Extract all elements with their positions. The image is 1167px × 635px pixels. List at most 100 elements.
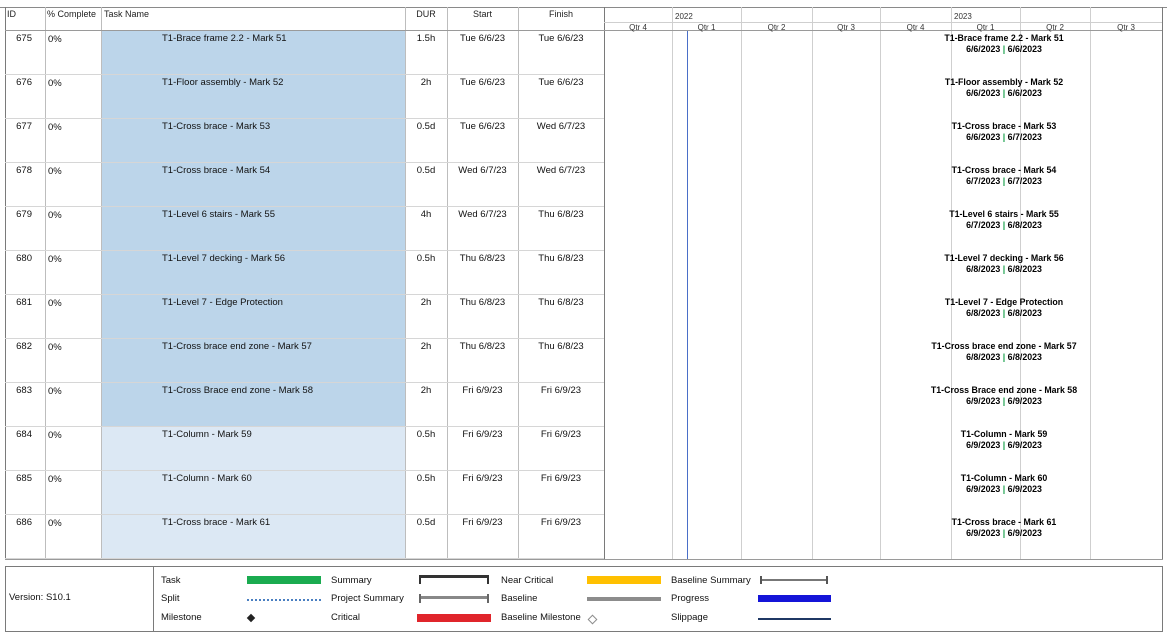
task-name-cell[interactable]: T1-Level 6 stairs - Mark 55 (162, 209, 275, 220)
task-id-cell[interactable]: 682 (5, 341, 32, 352)
task-duration-cell[interactable]: 1.5h (405, 33, 447, 44)
task-name-cell[interactable]: T1-Cross brace end zone - Mark 57 (162, 341, 312, 352)
gantt-bar-label[interactable]: T1-Floor assembly - Mark 52 6/6/2023 | 6/… (884, 77, 1124, 99)
task-start-cell[interactable]: Tue 6/6/23 (447, 33, 518, 44)
task-finish-cell[interactable]: Thu 6/8/23 (518, 209, 604, 220)
header-finish[interactable]: Finish (518, 9, 604, 19)
task-percent-cell[interactable]: 0% (48, 518, 62, 529)
task-start-cell[interactable]: Thu 6/8/23 (447, 253, 518, 264)
task-duration-cell[interactable]: 0.5d (405, 517, 447, 528)
version-label: Version: S10.1 (9, 592, 71, 603)
task-duration-cell[interactable]: 0.5h (405, 473, 447, 484)
gantt-bar-label[interactable]: T1-Column - Mark 59 6/9/2023 | 6/9/2023 (884, 429, 1124, 451)
gantt-bar-label[interactable]: T1-Cross brace - Mark 54 6/7/2023 | 6/7/2… (884, 165, 1124, 187)
task-id-cell[interactable]: 676 (5, 77, 32, 88)
gantt-finish-date: 6/7/2023 (1007, 132, 1042, 142)
task-finish-cell[interactable]: Thu 6/8/23 (518, 253, 604, 264)
gantt-bar-label[interactable]: T1-Level 7 - Edge Protection 6/8/2023 | 6… (884, 297, 1124, 319)
task-duration-cell[interactable]: 4h (405, 209, 447, 220)
task-duration-cell[interactable]: 0.5d (405, 121, 447, 132)
task-start-cell[interactable]: Fri 6/9/23 (447, 473, 518, 484)
task-start-cell[interactable]: Fri 6/9/23 (447, 429, 518, 440)
task-percent-cell[interactable]: 0% (48, 34, 62, 45)
task-finish-cell[interactable]: Wed 6/7/23 (518, 121, 604, 132)
task-id-cell[interactable]: 680 (5, 253, 32, 264)
task-start-cell[interactable]: Wed 6/7/23 (447, 165, 518, 176)
task-id-cell[interactable]: 678 (5, 165, 32, 176)
task-name-cell[interactable]: T1-Cross brace - Mark 53 (162, 121, 270, 132)
task-percent-cell[interactable]: 0% (48, 166, 62, 177)
gantt-bar-label[interactable]: T1-Cross brace - Mark 61 6/9/2023 | 6/9/2… (884, 517, 1124, 539)
task-id-cell[interactable]: 675 (5, 33, 32, 44)
task-name-cell[interactable]: T1-Column - Mark 60 (162, 473, 252, 484)
task-finish-cell[interactable]: Tue 6/6/23 (518, 77, 604, 88)
task-name-cell[interactable]: T1-Level 7 - Edge Protection (162, 297, 283, 308)
task-name-cell[interactable]: T1-Brace frame 2.2 - Mark 51 (162, 33, 287, 44)
task-percent-cell[interactable]: 0% (48, 474, 62, 485)
task-id-cell[interactable]: 681 (5, 297, 32, 308)
gantt-finish-date: 6/8/2023 (1007, 308, 1042, 318)
gantt-bar-label[interactable]: T1-Brace frame 2.2 - Mark 51 6/6/2023 | 6… (884, 33, 1124, 55)
gantt-bar-label[interactable]: T1-Level 7 decking - Mark 56 6/8/2023 | 6… (884, 253, 1124, 275)
task-name-cell[interactable]: T1-Level 7 decking - Mark 56 (162, 253, 285, 264)
task-id-cell[interactable]: 677 (5, 121, 32, 132)
task-percent-cell[interactable]: 0% (48, 254, 62, 265)
task-finish-cell[interactable]: Fri 6/9/23 (518, 473, 604, 484)
task-finish-cell[interactable]: Fri 6/9/23 (518, 517, 604, 528)
date-separator-icon: | (1000, 396, 1008, 406)
task-name-cell[interactable]: T1-Cross brace - Mark 54 (162, 165, 270, 176)
task-id-cell[interactable]: 684 (5, 429, 32, 440)
task-duration-cell[interactable]: 2h (405, 77, 447, 88)
task-id-cell[interactable]: 686 (5, 517, 32, 528)
task-duration-cell[interactable]: 2h (405, 341, 447, 352)
task-finish-cell[interactable]: Fri 6/9/23 (518, 429, 604, 440)
gantt-start-date: 6/7/2023 (966, 176, 1001, 186)
task-finish-cell[interactable]: Thu 6/8/23 (518, 297, 604, 308)
gantt-finish-date: 6/8/2023 (1007, 220, 1042, 230)
task-name-cell[interactable]: T1-Cross Brace end zone - Mark 58 (162, 385, 313, 396)
task-duration-cell[interactable]: 0.5h (405, 429, 447, 440)
gantt-bar-label[interactable]: T1-Level 6 stairs - Mark 55 6/7/2023 | 6/… (884, 209, 1124, 231)
task-percent-cell[interactable]: 0% (48, 210, 62, 221)
timeline-year: 2023 (954, 12, 972, 21)
gantt-bar-label[interactable]: T1-Cross brace end zone - Mark 57 6/8/202… (884, 341, 1124, 363)
task-percent-cell[interactable]: 0% (48, 122, 62, 133)
task-percent-cell[interactable]: 0% (48, 386, 62, 397)
task-duration-cell[interactable]: 2h (405, 385, 447, 396)
header-id[interactable]: ID (7, 9, 16, 19)
task-start-cell[interactable]: Tue 6/6/23 (447, 121, 518, 132)
header-start[interactable]: Start (447, 9, 518, 19)
task-percent-cell[interactable]: 0% (48, 298, 62, 309)
task-start-cell[interactable]: Thu 6/8/23 (447, 297, 518, 308)
legend-label-task: Task (161, 575, 181, 586)
task-start-cell[interactable]: Wed 6/7/23 (447, 209, 518, 220)
task-finish-cell[interactable]: Wed 6/7/23 (518, 165, 604, 176)
task-duration-cell[interactable]: 0.5d (405, 165, 447, 176)
task-finish-cell[interactable]: Tue 6/6/23 (518, 33, 604, 44)
header-percent-complete[interactable]: % Complete (47, 9, 96, 19)
task-duration-cell[interactable]: 2h (405, 297, 447, 308)
gantt-bar-label[interactable]: T1-Cross brace - Mark 53 6/6/2023 | 6/7/2… (884, 121, 1124, 143)
timeline-quarter: Qtr 3 (837, 23, 855, 32)
gantt-bar-label[interactable]: T1-Column - Mark 60 6/9/2023 | 6/9/2023 (884, 473, 1124, 495)
task-finish-cell[interactable]: Thu 6/8/23 (518, 341, 604, 352)
legend: Version: S10.1 Task Split Milestone Summ… (0, 566, 1167, 632)
task-percent-cell[interactable]: 0% (48, 78, 62, 89)
task-start-cell[interactable]: Fri 6/9/23 (447, 517, 518, 528)
task-name-cell[interactable]: T1-Floor assembly - Mark 52 (162, 77, 283, 88)
task-percent-cell[interactable]: 0% (48, 342, 62, 353)
task-name-cell[interactable]: T1-Column - Mark 59 (162, 429, 252, 440)
task-start-cell[interactable]: Thu 6/8/23 (447, 341, 518, 352)
task-duration-cell[interactable]: 0.5h (405, 253, 447, 264)
task-finish-cell[interactable]: Fri 6/9/23 (518, 385, 604, 396)
task-name-cell[interactable]: T1-Cross brace - Mark 61 (162, 517, 270, 528)
task-id-cell[interactable]: 683 (5, 385, 32, 396)
header-task-name[interactable]: Task Name (104, 9, 149, 19)
header-duration[interactable]: DUR (405, 9, 447, 19)
task-start-cell[interactable]: Tue 6/6/23 (447, 77, 518, 88)
gantt-bar-label[interactable]: T1-Cross Brace end zone - Mark 58 6/9/202… (884, 385, 1124, 407)
task-id-cell[interactable]: 685 (5, 473, 32, 484)
task-id-cell[interactable]: 679 (5, 209, 32, 220)
task-percent-cell[interactable]: 0% (48, 430, 62, 441)
task-start-cell[interactable]: Fri 6/9/23 (447, 385, 518, 396)
